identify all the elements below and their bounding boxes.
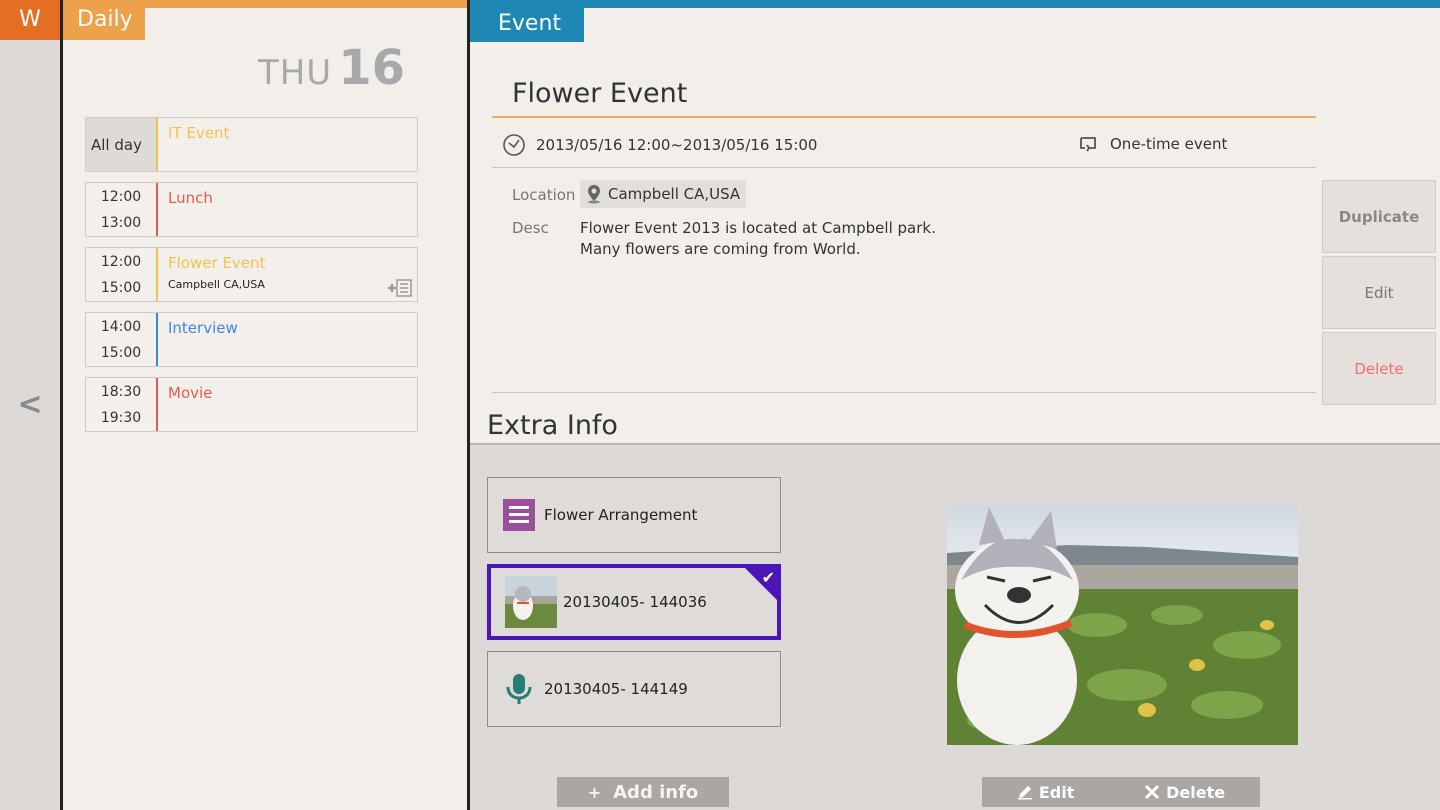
photo-thumbnail [505, 576, 557, 628]
event-title: Interview [168, 319, 238, 337]
note-icon [503, 499, 535, 531]
back-button[interactable]: < [0, 385, 60, 425]
event-end: 15:00 [100, 344, 142, 361]
desc-text: Flower Event 2013 is located at Campbell… [580, 218, 936, 260]
event-card-interview[interactable]: 14:00 15:00 Interview [85, 312, 418, 367]
event-title: Movie [168, 384, 213, 402]
week-tab[interactable]: W [0, 0, 60, 40]
event-actions: Duplicate Edit Delete [1322, 180, 1436, 408]
event-end: 13:00 [100, 214, 142, 231]
photo-delete-button[interactable]: Delete [1144, 783, 1225, 802]
event-time: 12:00 15:00 [86, 248, 156, 301]
extra-item-audio[interactable]: 20130405- 144149 [487, 651, 781, 727]
photo-actions: Edit Delete [982, 777, 1260, 807]
event-tab[interactable]: Event [470, 0, 584, 42]
location-value: Campbell CA,USA [608, 185, 741, 203]
week-strip: W < [0, 0, 60, 810]
extra-item-photo[interactable]: 20130405- 144036 ✔ [487, 564, 781, 640]
location-label: Location [512, 186, 576, 204]
pencil-icon [1017, 786, 1032, 800]
event-panel: Event Flower Event 2013/05/16 12:00~2013… [470, 0, 1440, 810]
clock-icon [503, 134, 525, 156]
photo-delete-label: Delete [1166, 782, 1226, 802]
event-start: 12:00 [100, 188, 142, 205]
location-chip[interactable]: Campbell CA,USA [580, 180, 747, 208]
event-card-movie[interactable]: 18:30 19:30 Movie [85, 377, 418, 432]
add-info-label: Add info [613, 781, 699, 803]
event-start: 12:00 [100, 253, 142, 270]
event-datetime: 2013/05/16 12:00~2013/05/16 15:00 [536, 136, 818, 154]
daily-tab[interactable]: Daily [63, 0, 145, 40]
edit-button[interactable]: Edit [1322, 256, 1436, 329]
desc-line: Many flowers are coming from World. [580, 240, 861, 258]
extra-info-area: Flower Arrangement 20130405- 144036 ✔ 20… [470, 443, 1440, 810]
event-time: 12:00 13:00 [86, 183, 156, 236]
event-time: 18:30 19:30 [86, 378, 156, 431]
event-card-lunch[interactable]: 12:00 13:00 Lunch [85, 182, 418, 237]
extra-info-title: Extra Info [487, 410, 618, 441]
event-time: 14:00 15:00 [86, 313, 156, 366]
extra-item-label: 20130405- 144036 [563, 593, 707, 611]
event-start: All day [91, 135, 142, 154]
event-info: Interview [158, 313, 417, 366]
duplicate-button[interactable]: Duplicate [1322, 180, 1436, 253]
event-location: Campbell CA,USA [168, 278, 265, 291]
divider [492, 392, 1316, 393]
event-end: 15:00 [100, 279, 142, 296]
delete-button[interactable]: Delete [1322, 332, 1436, 405]
event-time: All day [86, 118, 156, 171]
day-of-week: THU [257, 53, 333, 93]
event-info: Flower Event Campbell CA,USA [158, 248, 417, 301]
close-icon [1145, 784, 1160, 800]
extra-item-label: 20130405- 144149 [544, 680, 688, 698]
event-title: IT Event [168, 124, 230, 142]
microphone-icon [506, 674, 532, 704]
extra-item-note[interactable]: Flower Arrangement [487, 477, 781, 553]
event-info: IT Event [158, 118, 417, 171]
extra-item-label: Flower Arrangement [544, 506, 698, 524]
map-pin-icon [588, 185, 600, 204]
event-start: 14:00 [100, 318, 142, 335]
event-list: All day IT Event 12:00 13:00 Lunch 12:00… [85, 117, 418, 442]
event-info: Movie [158, 378, 417, 431]
plus-icon: + [587, 782, 602, 802]
repeat-icon [1080, 137, 1096, 152]
daily-panel: Daily THU 16 All day IT Event 12:00 13:00… [60, 0, 470, 810]
desc-label: Desc [512, 219, 549, 237]
event-title: Lunch [168, 189, 213, 207]
event-time-row: 2013/05/16 12:00~2013/05/16 15:00 One-ti… [502, 130, 1316, 160]
event-card-flower-event[interactable]: 12:00 15:00 Flower Event Campbell CA,USA [85, 247, 418, 302]
recurrence: One-time event [1078, 134, 1227, 154]
divider [492, 167, 1316, 168]
checkmark-icon: ✔ [761, 568, 775, 587]
title-underline [492, 116, 1316, 118]
event-start: 18:30 [100, 383, 142, 400]
photo-edit-button[interactable]: Edit [1017, 782, 1075, 802]
event-card-it-event[interactable]: All day IT Event [85, 117, 418, 172]
recurrence-text: One-time event [1110, 135, 1228, 153]
desc-line: Flower Event 2013 is located at Campbell… [580, 219, 936, 237]
photo-edit-label: Edit [1038, 782, 1075, 802]
daily-date: THU 16 [258, 40, 405, 96]
event-end: 19:30 [100, 409, 142, 426]
add-info-button[interactable]: + Add info [557, 777, 729, 807]
add-note-icon [388, 279, 412, 297]
event-detail-title: Flower Event [512, 78, 688, 109]
event-topbar [470, 0, 1440, 8]
event-info: Lunch [158, 183, 417, 236]
photo-preview[interactable] [947, 505, 1298, 745]
day-number: 16 [338, 40, 405, 96]
event-title: Flower Event [168, 254, 266, 272]
